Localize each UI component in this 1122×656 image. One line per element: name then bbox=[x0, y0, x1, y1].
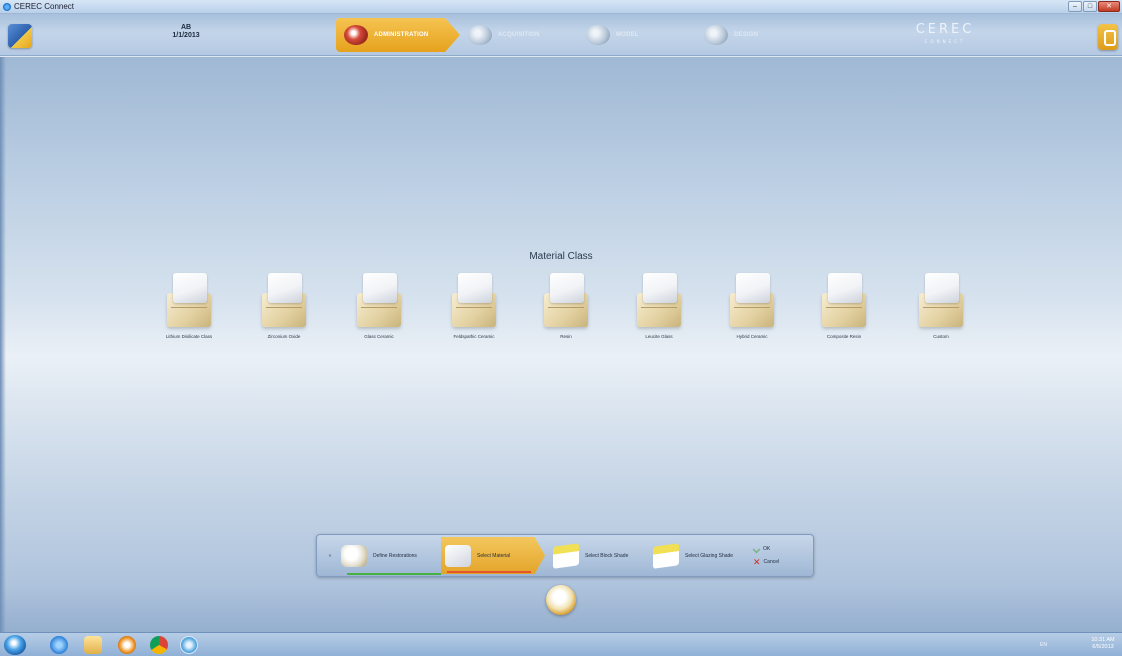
step-bar: « Define Restorations Select Material Se… bbox=[316, 534, 814, 577]
material-label: Composite Resin bbox=[826, 334, 862, 339]
material-label: Glass Ceramic bbox=[364, 334, 394, 339]
material-item[interactable]: Glass Ceramic bbox=[331, 273, 427, 342]
material-label: Zirconium Oxide bbox=[267, 334, 301, 339]
material-label: Resin bbox=[560, 334, 572, 339]
app-icon bbox=[3, 3, 11, 11]
material-label: Feldspathic Ceramic bbox=[453, 334, 495, 339]
clock-date: 6/5/2013 bbox=[1092, 644, 1114, 650]
material-block-icon bbox=[631, 273, 687, 331]
step-label: Select Material bbox=[477, 552, 511, 559]
ok-button[interactable]: OK bbox=[752, 545, 771, 553]
language-indicator[interactable]: EN bbox=[1040, 642, 1047, 648]
shade-guide-icon bbox=[553, 542, 579, 569]
acquisition-icon bbox=[468, 25, 492, 45]
material-item[interactable]: Composite Resin bbox=[796, 273, 892, 342]
section-title: Material Class bbox=[529, 251, 593, 262]
close-button[interactable]: ✕ bbox=[1098, 1, 1120, 12]
material-item[interactable]: Feldspathic Ceramic bbox=[426, 273, 522, 342]
cancel-label: Cancel bbox=[763, 558, 780, 565]
material-label: Custom bbox=[933, 334, 949, 339]
block-preview-button[interactable] bbox=[546, 585, 576, 615]
patient-date: 1/1/2013 bbox=[172, 32, 200, 39]
material-item[interactable]: Zirconium Oxide bbox=[236, 273, 332, 342]
clock-time: 10:31 AM bbox=[1091, 637, 1115, 643]
brand-name: CEREC bbox=[915, 22, 975, 37]
maximize-button[interactable]: □ bbox=[1083, 1, 1097, 12]
material-block-icon bbox=[913, 273, 969, 331]
phase-design[interactable]: DESIGN bbox=[696, 18, 814, 52]
os-taskbar: EN 10:31 AM 6/5/2013 bbox=[0, 632, 1122, 656]
system-tray[interactable]: EN bbox=[1040, 638, 1080, 652]
material-label: Leucite Glass bbox=[645, 334, 673, 339]
ok-label: OK bbox=[763, 546, 771, 552]
brand-sub: CONNECT bbox=[924, 39, 966, 44]
administration-icon bbox=[344, 25, 368, 45]
step-select-block-shade[interactable]: Select Block Shade bbox=[553, 537, 645, 574]
step-label: Select Block Shade bbox=[585, 552, 629, 559]
material-block-icon bbox=[445, 544, 471, 567]
app-toolbar: AB 1/1/2013 ADMINISTRATION ACQUISITION M… bbox=[0, 14, 1122, 56]
step-select-glazing-shade[interactable]: Select Glazing Shade bbox=[653, 537, 747, 574]
check-icon bbox=[752, 545, 761, 553]
material-item[interactable]: Resin bbox=[518, 273, 614, 342]
internet-explorer-icon[interactable] bbox=[50, 636, 68, 654]
side-panel-toggle-button[interactable] bbox=[1098, 24, 1118, 50]
step-actions: OK ✕ Cancel bbox=[752, 537, 809, 574]
material-block-icon bbox=[816, 273, 872, 331]
window-titlebar: CEREC Connect – □ ✕ bbox=[0, 0, 1122, 14]
material-block-icon bbox=[724, 273, 780, 331]
material-item[interactable]: Lithium Disilicate Class bbox=[141, 273, 237, 342]
step-label: Select Glazing Shade bbox=[685, 552, 734, 559]
material-block-icon bbox=[161, 273, 217, 331]
patient-initials: AB bbox=[180, 24, 192, 31]
cross-icon: ✕ bbox=[753, 556, 761, 567]
phase-bar: ADMINISTRATION ACQUISITION MODEL DESIGN bbox=[336, 18, 814, 52]
window-controls: – □ ✕ bbox=[1068, 1, 1120, 12]
chrome-icon[interactable] bbox=[150, 636, 168, 654]
phase-label: ADMINISTRATION bbox=[374, 32, 429, 38]
system-menu-button[interactable] bbox=[8, 24, 32, 48]
folder-icon[interactable] bbox=[84, 636, 102, 654]
clock[interactable]: 10:31 AM 6/5/2013 bbox=[1086, 637, 1120, 651]
material-item[interactable]: Hybrid Ceramic bbox=[704, 273, 800, 342]
material-block-icon bbox=[538, 273, 594, 331]
patient-info[interactable]: AB 1/1/2013 bbox=[170, 24, 202, 40]
material-item[interactable]: Custom bbox=[893, 273, 989, 342]
window-title: CEREC Connect bbox=[14, 2, 75, 11]
material-label: Lithium Disilicate Class bbox=[165, 334, 213, 339]
phase-label: DESIGN bbox=[734, 32, 759, 38]
shade-guide-icon bbox=[653, 542, 679, 569]
phase-acquisition[interactable]: ACQUISITION bbox=[460, 18, 578, 52]
material-block-icon bbox=[256, 273, 312, 331]
phase-model[interactable]: MODEL bbox=[578, 18, 696, 52]
step-define-restorations[interactable]: Define Restorations bbox=[341, 537, 447, 575]
main-area: Material Class Lithium Disilicate Class … bbox=[0, 57, 1122, 632]
material-item[interactable]: Leucite Glass bbox=[611, 273, 707, 342]
phase-administration[interactable]: ADMINISTRATION bbox=[336, 18, 460, 52]
restoration-icon bbox=[341, 544, 367, 567]
phase-label: MODEL bbox=[616, 32, 639, 38]
phase-label: ACQUISITION bbox=[498, 32, 540, 38]
minimize-button[interactable]: – bbox=[1068, 1, 1082, 12]
step-select-material[interactable]: Select Material bbox=[441, 537, 545, 574]
cerec-app-icon[interactable] bbox=[180, 636, 198, 654]
material-label: Hybrid Ceramic bbox=[736, 334, 768, 339]
step-back-button[interactable]: « bbox=[321, 537, 339, 574]
brand-logo: CEREC CONNECT bbox=[912, 22, 978, 48]
material-block-icon bbox=[351, 273, 407, 331]
media-player-icon[interactable] bbox=[118, 636, 136, 654]
design-icon bbox=[704, 25, 728, 45]
model-icon bbox=[586, 25, 610, 45]
cancel-button[interactable]: ✕ Cancel bbox=[753, 556, 780, 567]
step-label: Define Restorations bbox=[373, 552, 417, 559]
material-block-icon bbox=[446, 273, 502, 331]
start-button[interactable] bbox=[4, 635, 26, 655]
